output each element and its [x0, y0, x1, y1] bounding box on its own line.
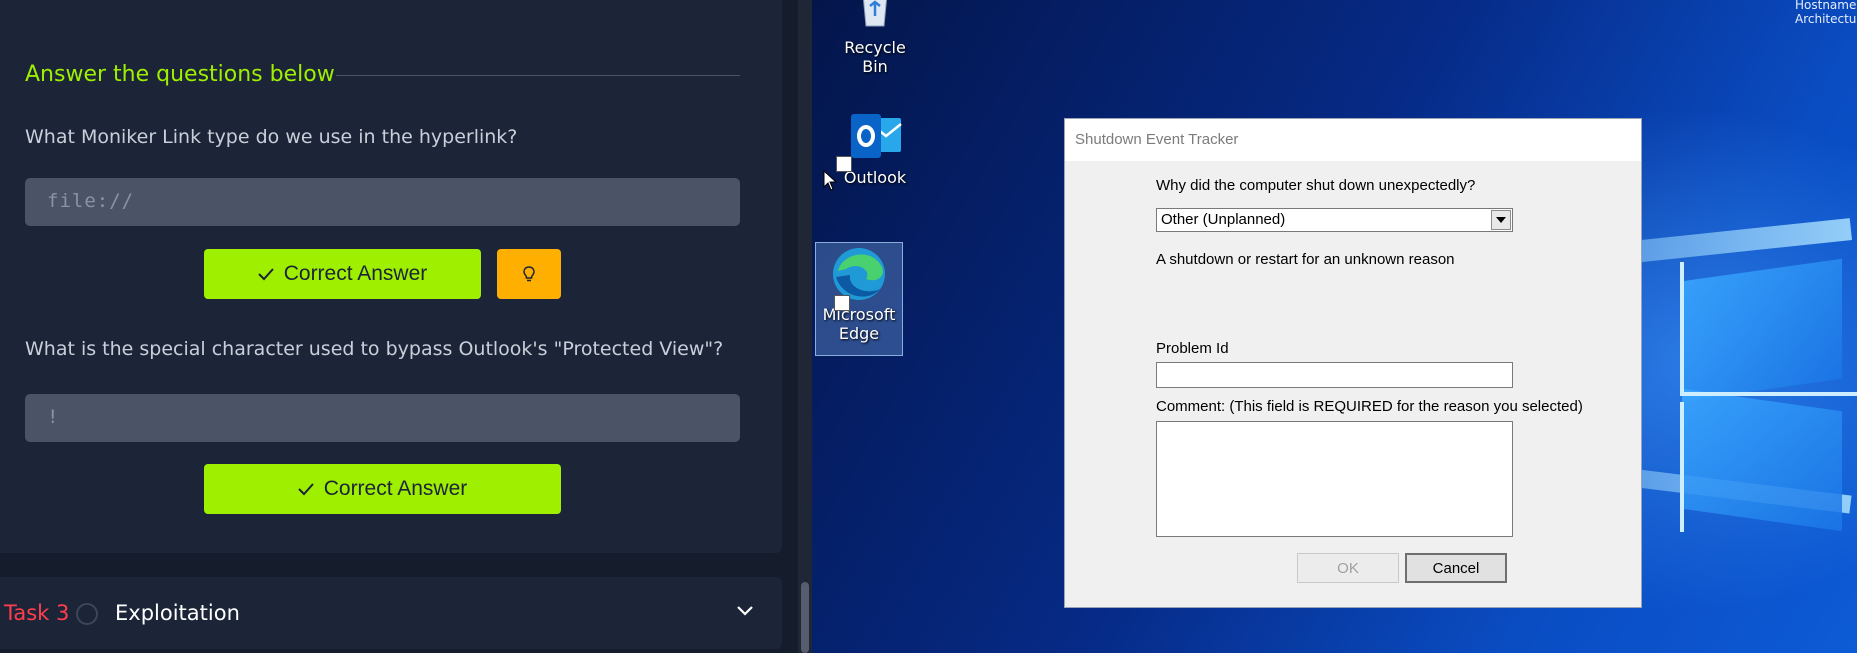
shortcut-arrow-icon — [834, 295, 850, 311]
recycle-bin-icon — [863, 0, 887, 27]
task-name: Exploitation — [115, 601, 240, 625]
mouse-cursor-icon — [823, 170, 837, 191]
task-number: Task 3 — [4, 601, 70, 625]
reason-description: A shutdown or restart for an unknown rea… — [1156, 251, 1455, 268]
shutdown-reason-value: Other (Unplanned) — [1161, 211, 1286, 228]
answer-input-1[interactable]: file:// — [25, 178, 740, 226]
task-3-header[interactable]: Task 3 Exploitation — [0, 577, 782, 649]
task-status-circle-icon — [76, 603, 98, 625]
chevron-down-icon[interactable] — [736, 605, 754, 617]
bginfo-architecture: Architectu — [1795, 12, 1857, 26]
outlook-icon — [851, 114, 902, 158]
problem-id-input[interactable] — [1156, 362, 1513, 388]
scrollbar-thumb[interactable] — [801, 582, 809, 653]
hint-button[interactable] — [497, 249, 561, 299]
dialog-title[interactable]: Shutdown Event Tracker — [1065, 119, 1641, 161]
bginfo-hostname: Hostname — [1795, 0, 1857, 12]
correct-answer-label-1: Correct Answer — [283, 262, 428, 285]
answer-input-2[interactable]: ! — [25, 394, 740, 442]
edge-label-line1: Microsoft — [822, 305, 896, 324]
problem-id-label: Problem Id — [1156, 340, 1229, 357]
desktop-icon-microsoft-edge[interactable]: Microsoft Edge — [815, 242, 903, 356]
correct-answer-label-2: Correct Answer — [323, 477, 468, 500]
desktop-icon-recycle-bin[interactable]: Recycle Bin — [831, 0, 919, 76]
wallpaper-pane — [1682, 258, 1842, 402]
wallpaper-line — [1680, 392, 1857, 396]
task-panel: Answer the questions below What Moniker … — [0, 0, 812, 653]
cancel-button[interactable]: Cancel — [1405, 553, 1507, 583]
ok-button[interactable]: OK — [1297, 553, 1399, 583]
question-2-text: What is the special character used to by… — [25, 338, 724, 360]
edge-label-line2: Edge — [838, 324, 880, 343]
correct-answer-button-1[interactable]: Correct Answer — [204, 249, 481, 299]
recycle-bin-label: Recycle Bin — [844, 38, 906, 76]
scrollbar-track[interactable] — [798, 0, 812, 653]
check-icon — [298, 483, 314, 496]
wallpaper-line — [1680, 402, 1684, 532]
desktop-icon-outlook[interactable]: Outlook — [831, 112, 919, 202]
shortcut-arrow-icon — [836, 156, 852, 172]
section-title: Answer the questions below — [25, 62, 335, 87]
correct-answer-button-2[interactable]: Correct Answer — [204, 464, 561, 514]
shutdown-event-tracker-dialog: Shutdown Event Tracker Why did the compu… — [1064, 118, 1642, 608]
dropdown-arrow-icon[interactable] — [1491, 210, 1511, 230]
shutdown-reason-select[interactable]: Other (Unplanned) — [1156, 208, 1513, 232]
edge-icon — [833, 248, 885, 300]
comment-textarea[interactable] — [1156, 421, 1513, 537]
lightbulb-icon — [523, 266, 535, 282]
check-icon — [258, 268, 274, 281]
questions-card: Answer the questions below What Moniker … — [0, 0, 782, 553]
comment-label: Comment: (This field is REQUIRED for the… — [1156, 398, 1583, 415]
wallpaper-line — [1680, 262, 1684, 392]
question-1-text: What Moniker Link type do we use in the … — [25, 126, 518, 148]
wallpaper-pane — [1682, 388, 1842, 532]
section-divider — [336, 75, 740, 76]
remote-desktop[interactable]: Hostname Architectu Recycle Bin Outlook … — [812, 0, 1857, 653]
shutdown-question-label: Why did the computer shut down unexpecte… — [1156, 177, 1476, 194]
